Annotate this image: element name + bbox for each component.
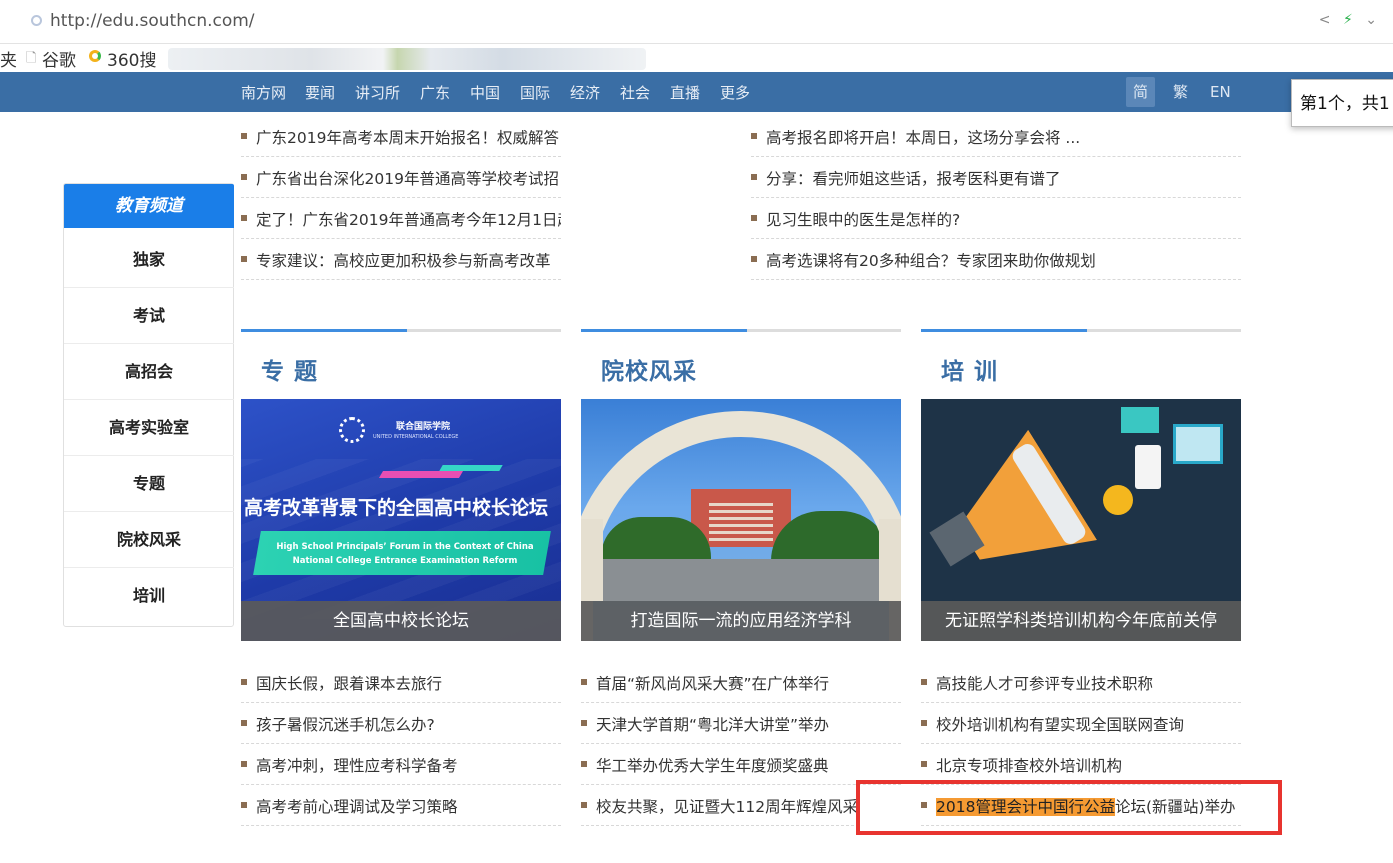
nav-item-lecture[interactable]: 讲习所	[355, 82, 400, 103]
list-item[interactable]: 天津大学首期“粤北洋大讲堂”举办	[581, 703, 901, 744]
nav-item-news[interactable]: 要闻	[305, 82, 335, 103]
section-title-topics[interactable]: 专 题	[261, 352, 318, 386]
envelope-icon	[1121, 407, 1159, 433]
lang-simplified[interactable]: 简	[1126, 77, 1156, 107]
list-item[interactable]: 定了！广东省2019年普通高考今年12月1日起...	[241, 198, 561, 239]
sidebar-item-colleges[interactable]: 院校风采	[64, 512, 234, 568]
sidebar-item-exclusive[interactable]: 独家	[64, 232, 234, 288]
bookmark-google[interactable]: 谷歌	[42, 46, 76, 71]
blurred-bookmarks	[168, 48, 646, 70]
list-item[interactable]: 首届“新风尚风采大赛”在广体举行	[581, 662, 901, 703]
site-info-icon[interactable]	[31, 15, 42, 26]
nav-item-southcn[interactable]: 南方网	[241, 82, 286, 103]
sidebar-item-topics[interactable]: 专题	[64, 456, 234, 512]
360-icon	[89, 50, 101, 62]
poster-headline: 高考改革背景下的全国高中校长论坛	[244, 497, 549, 519]
list-item[interactable]: 高考冲刺，理性应考科学备考	[241, 744, 561, 785]
nav-item-economy[interactable]: 经济	[570, 82, 600, 103]
list-item[interactable]: 高技能人才可参评专业技术职称	[921, 662, 1241, 703]
browser-toolbar: http://edu.southcn.com/ < ⚡ ⌄	[0, 0, 1393, 44]
list-item[interactable]: 高考考前心理调试及学习策略	[241, 785, 561, 826]
campus-card[interactable]: 打造国际一流的应用经济学科	[581, 399, 901, 641]
page-icon: 🗋	[26, 51, 37, 66]
card-caption[interactable]: 无证照学科类培训机构今年底前关停	[921, 601, 1241, 641]
list-item[interactable]: 华工举办优秀大学生年度颁奖盛典	[581, 744, 901, 785]
lang-english[interactable]: EN	[1203, 77, 1238, 107]
nav-item-more[interactable]: 更多	[720, 82, 750, 103]
list-item[interactable]: 见习生眼中的医生是怎样的?	[751, 198, 1241, 239]
list-item[interactable]: 专家建议：高校应更加积极参与新高考改革	[241, 239, 561, 280]
lang-traditional[interactable]: 繁	[1166, 77, 1195, 107]
phone-icon	[1135, 445, 1161, 489]
section-divider	[921, 329, 1241, 332]
section-divider	[581, 329, 901, 332]
poster-en-line2: National College Entrance Examination Re…	[292, 556, 518, 566]
sidebar-title: 教育频道	[64, 184, 234, 228]
chevron-down-icon[interactable]: ⌄	[1365, 12, 1377, 28]
section-title-training[interactable]: 培 训	[941, 352, 998, 386]
list-item[interactable]: 高考选课将有20多种组合？专家团来助你做规划	[751, 239, 1241, 280]
monitor-icon	[1173, 424, 1223, 464]
list-item[interactable]: 广东省出台深化2019年普通高等学校考试招 ...	[241, 157, 561, 198]
list-item[interactable]: 孩子暑假沉迷手机怎么办?	[241, 703, 561, 744]
list-item[interactable]: 国庆长假，跟着课本去旅行	[241, 662, 561, 703]
toolbar-icons: < ⚡ ⌄	[1311, 12, 1377, 28]
share-icon[interactable]: <	[1319, 12, 1331, 28]
list-item[interactable]: 分享：看完师姐这些话，报考医科更有谱了	[751, 157, 1241, 198]
nav-item-china[interactable]: 中国	[470, 82, 500, 103]
list-item[interactable]: 北京专项排查校外培训机构	[921, 744, 1241, 785]
list-item[interactable]: 校友共聚，见证暨大112周年辉煌风采	[581, 785, 859, 826]
sidebar-item-admission-fair[interactable]: 高招会	[64, 344, 234, 400]
section-title-colleges[interactable]: 院校风采	[601, 352, 697, 386]
college-name: 联合国际学院	[396, 422, 451, 432]
lightning-icon[interactable]: ⚡	[1343, 12, 1353, 28]
forum-card[interactable]: 联合国际学院 UNITED INTERNATIONAL COLLEGE 高考改革…	[241, 399, 561, 641]
sidebar-item-training[interactable]: 培训	[64, 568, 234, 624]
nav-item-society[interactable]: 社会	[620, 82, 650, 103]
list-item[interactable]: 校外培训机构有望实现全国联网查询	[921, 703, 1241, 744]
nav-item-live[interactable]: 直播	[670, 82, 700, 103]
card-caption[interactable]: 打造国际一流的应用经济学科	[581, 601, 901, 641]
poster-en-line1: High School Principals’ Forum in the Con…	[276, 542, 534, 552]
bookmark-360[interactable]: 360搜	[107, 46, 156, 71]
nav-item-world[interactable]: 国际	[520, 82, 550, 103]
address-bar[interactable]: http://edu.southcn.com/	[50, 11, 255, 31]
nav-item-guangdong[interactable]: 广东	[420, 82, 450, 103]
top-nav: 南方网 要闻 讲习所 广东 中国 国际 经济 社会 直播 更多 简 繁 EN	[0, 72, 1393, 112]
list-item[interactable]: 高考报名即将开启！本周日，这场分享会将 ...	[751, 116, 1241, 157]
college-name-en: UNITED INTERNATIONAL COLLEGE	[373, 434, 459, 440]
find-result-popup: 第1个，共1	[1291, 79, 1393, 127]
sidebar-item-lab[interactable]: 高考实验室	[64, 400, 234, 456]
bookmark-folder[interactable]: 夹	[0, 46, 17, 71]
uic-logo-icon	[339, 417, 365, 443]
training-card[interactable]: 无证照学科类培训机构今年底前关停	[921, 399, 1241, 641]
sidebar-item-exam[interactable]: 考试	[64, 288, 234, 344]
channel-sidebar: 教育频道 独家 考试 高招会 高考实验室 专题 院校风采 培训	[63, 183, 234, 627]
coin-icon	[1103, 485, 1133, 515]
card-caption[interactable]: 全国高中校长论坛	[241, 601, 561, 641]
list-item[interactable]: 广东2019年高考本周末开始报名！权威解答 ...	[241, 116, 561, 157]
annotation-box	[856, 780, 1282, 835]
section-divider	[241, 329, 561, 332]
